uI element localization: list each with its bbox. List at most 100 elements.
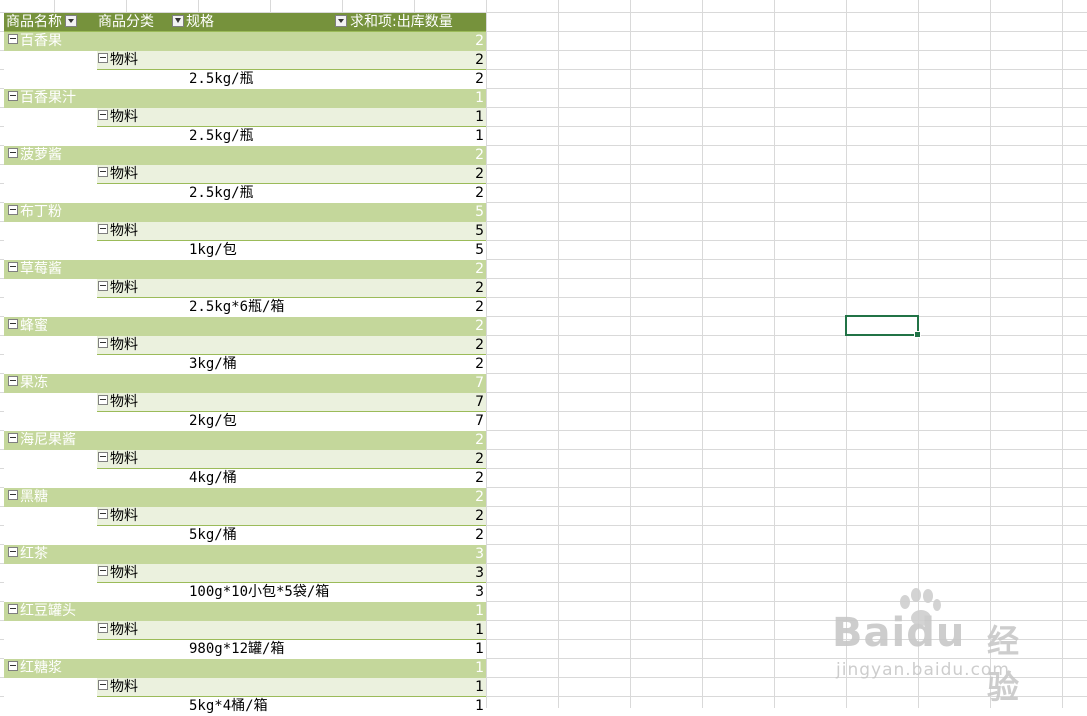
category-label-cell[interactable]: 物料 [98, 165, 138, 184]
pivot-row-category[interactable]: 物料 2 [4, 51, 486, 70]
header-product-name[interactable]: 商品名称 [6, 13, 77, 32]
pivot-row-product[interactable]: 百香果 2 [4, 32, 486, 51]
pivot-row-product[interactable]: 草莓酱 2 [4, 260, 486, 279]
spec-total: 2 [475, 356, 484, 372]
category-label-cell[interactable]: 物料 [98, 507, 138, 526]
fill-handle[interactable] [914, 331, 921, 338]
collapse-icon[interactable] [8, 205, 18, 215]
pivot-row-category[interactable]: 物料 2 [4, 450, 486, 469]
category-label-cell[interactable]: 物料 [98, 678, 138, 697]
spec-total: 1 [475, 128, 484, 144]
dropdown-arrow-icon[interactable] [65, 15, 77, 27]
pivot-row-product[interactable]: 红豆罐头 1 [4, 602, 486, 621]
category-label-cell[interactable]: 物料 [98, 279, 138, 298]
collapse-icon[interactable] [98, 53, 108, 63]
collapse-icon[interactable] [98, 623, 108, 633]
product-label-cell[interactable]: 红糖浆 [8, 659, 62, 678]
collapse-icon[interactable] [8, 34, 18, 44]
spec-total: 1 [475, 698, 484, 714]
category-label-cell[interactable]: 物料 [98, 336, 138, 355]
pivot-row-spec[interactable]: 2.5kg*6瓶/箱 2 [4, 298, 486, 317]
pivot-row-spec[interactable]: 1kg/包 5 [4, 241, 486, 260]
pivot-row-spec[interactable]: 2kg/包 7 [4, 412, 486, 431]
collapse-icon[interactable] [98, 224, 108, 234]
collapse-icon[interactable] [98, 452, 108, 462]
collapse-icon[interactable] [8, 433, 18, 443]
selected-cell[interactable] [845, 315, 921, 338]
spreadsheet-grid[interactable]: 商品名称 商品分类 规格 求和项:出库数量 百香果 2 物料 2 2.5kg/瓶 2 百香果… [0, 0, 1087, 716]
pivot-row-product[interactable]: 红糖浆 1 [4, 659, 486, 678]
pivot-row-product[interactable]: 黑糖 2 [4, 488, 486, 507]
pivot-row-category[interactable]: 物料 2 [4, 165, 486, 184]
pivot-row-product[interactable]: 海尼果酱 2 [4, 431, 486, 450]
pivot-row-category[interactable]: 物料 5 [4, 222, 486, 241]
pivot-row-category[interactable]: 物料 2 [4, 336, 486, 355]
collapse-icon[interactable] [98, 167, 108, 177]
pivot-row-product[interactable]: 百香果汁 1 [4, 89, 486, 108]
pivot-row-category[interactable]: 物料 2 [4, 507, 486, 526]
pivot-row-category[interactable]: 物料 1 [4, 621, 486, 640]
product-label-cell[interactable]: 草莓酱 [8, 260, 62, 279]
collapse-icon[interactable] [8, 547, 18, 557]
collapse-icon[interactable] [98, 509, 108, 519]
filter-icon[interactable] [172, 15, 184, 27]
pivot-row-spec[interactable]: 2.5kg/瓶 2 [4, 184, 486, 203]
product-label-cell[interactable]: 红豆罐头 [8, 602, 76, 621]
pivot-row-spec[interactable]: 100g*10小包*5袋/箱 3 [4, 583, 486, 602]
category-label-cell[interactable]: 物料 [98, 51, 138, 70]
collapse-icon[interactable] [8, 262, 18, 272]
pivot-table[interactable]: 商品名称 商品分类 规格 求和项:出库数量 百香果 2 物料 2 2.5kg/瓶 2 百香果… [4, 13, 486, 716]
category-label-cell[interactable]: 物料 [98, 393, 138, 412]
collapse-icon[interactable] [8, 376, 18, 386]
product-total: 2 [475, 432, 484, 448]
product-label-cell[interactable]: 百香果汁 [8, 89, 76, 108]
product-total: 7 [475, 375, 484, 391]
product-label-cell[interactable]: 红茶 [8, 545, 48, 564]
category-label-cell[interactable]: 物料 [98, 222, 138, 241]
collapse-icon[interactable] [8, 148, 18, 158]
collapse-icon[interactable] [98, 680, 108, 690]
pivot-row-product[interactable]: 红茶 3 [4, 545, 486, 564]
collapse-icon[interactable] [8, 319, 18, 329]
header-sum-quantity[interactable]: 求和项:出库数量 [335, 13, 453, 32]
header-product-category[interactable]: 商品分类 [98, 13, 154, 32]
pivot-row-category[interactable]: 物料 3 [4, 564, 486, 583]
pivot-row-spec[interactable]: 5kg/桶 2 [4, 526, 486, 545]
product-label-cell[interactable]: 海尼果酱 [8, 431, 76, 450]
category-label-cell[interactable]: 物料 [98, 621, 138, 640]
dropdown-arrow-icon[interactable] [335, 15, 347, 27]
product-label-cell[interactable]: 黑糖 [8, 488, 48, 507]
collapse-icon[interactable] [98, 110, 108, 120]
pivot-row-spec[interactable]: 2.5kg/瓶 1 [4, 127, 486, 146]
pivot-row-product[interactable]: 菠萝酱 2 [4, 146, 486, 165]
pivot-row-spec[interactable]: 3kg/桶 2 [4, 355, 486, 374]
header-spec[interactable]: 规格 [172, 13, 214, 32]
pivot-row-category[interactable]: 物料 2 [4, 279, 486, 298]
product-label-cell[interactable]: 蜂蜜 [8, 317, 48, 336]
category-label-cell[interactable]: 物料 [98, 450, 138, 469]
collapse-icon[interactable] [8, 661, 18, 671]
pivot-row-spec[interactable]: 4kg/桶 2 [4, 469, 486, 488]
pivot-row-spec[interactable]: 5kg*4桶/箱 1 [4, 697, 486, 716]
pivot-row-spec[interactable]: 2.5kg/瓶 2 [4, 70, 486, 89]
pivot-row-category[interactable]: 物料 1 [4, 678, 486, 697]
category-label-cell[interactable]: 物料 [98, 564, 138, 583]
collapse-icon[interactable] [8, 490, 18, 500]
pivot-row-product[interactable]: 蜂蜜 2 [4, 317, 486, 336]
pivot-row-category[interactable]: 物料 1 [4, 108, 486, 127]
category-label-cell[interactable]: 物料 [98, 108, 138, 127]
product-label-cell[interactable]: 果冻 [8, 374, 48, 393]
collapse-icon[interactable] [8, 91, 18, 101]
product-label-cell[interactable]: 菠萝酱 [8, 146, 62, 165]
product-label-cell[interactable]: 百香果 [8, 32, 62, 51]
pivot-row-product[interactable]: 布丁粉 5 [4, 203, 486, 222]
pivot-row-product[interactable]: 果冻 7 [4, 374, 486, 393]
collapse-icon[interactable] [98, 281, 108, 291]
collapse-icon[interactable] [8, 604, 18, 614]
pivot-row-category[interactable]: 物料 7 [4, 393, 486, 412]
collapse-icon[interactable] [98, 566, 108, 576]
product-label-cell[interactable]: 布丁粉 [8, 203, 62, 222]
pivot-row-spec[interactable]: 980g*12罐/箱 1 [4, 640, 486, 659]
collapse-icon[interactable] [98, 338, 108, 348]
collapse-icon[interactable] [98, 395, 108, 405]
